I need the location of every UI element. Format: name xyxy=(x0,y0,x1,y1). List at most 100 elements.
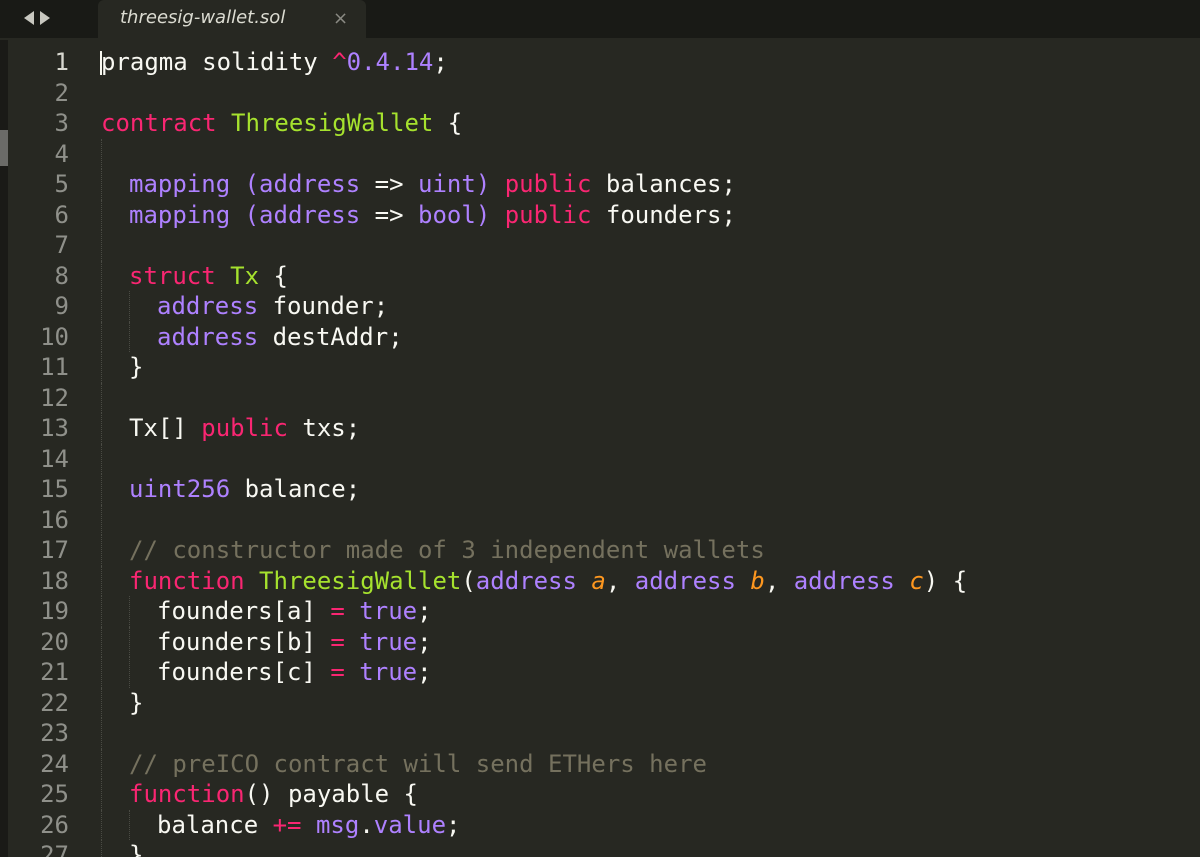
code-line[interactable]: // preICO contract will send ETHers here xyxy=(101,748,1200,780)
code-line[interactable]: // constructor made of 3 independent wal… xyxy=(101,535,1200,566)
indent-guide xyxy=(101,352,129,383)
line-number[interactable]: 10 xyxy=(8,322,72,353)
code-line[interactable]: address founder; xyxy=(101,291,1200,322)
scroll-indicator[interactable] xyxy=(0,130,8,166)
line-number[interactable]: 9 xyxy=(8,291,72,322)
indent-guide xyxy=(101,840,129,857)
tab-bar: threesig-wallet.sol × xyxy=(0,0,1200,40)
line-number[interactable]: 13 xyxy=(8,413,72,444)
code-token: ) xyxy=(475,200,491,229)
code-token: } xyxy=(129,841,144,857)
line-number[interactable]: 26 xyxy=(8,810,72,841)
code-token: = xyxy=(330,658,345,686)
code-line[interactable]: contract ThreesigWallet { xyxy=(101,108,1200,139)
code-token: // preICO contract will send ETHers here xyxy=(129,749,707,778)
code-token: () payable { xyxy=(244,780,418,808)
code-line[interactable]: mapping (address => bool) public founder… xyxy=(101,199,1200,231)
line-number[interactable]: 23 xyxy=(8,718,72,749)
triangle-right-icon[interactable] xyxy=(38,9,52,27)
code-token: address xyxy=(793,566,895,595)
code-token: b xyxy=(750,566,765,595)
code-token: true xyxy=(359,627,418,656)
code-token: => xyxy=(374,200,404,229)
code-line[interactable] xyxy=(101,504,1200,536)
indent-guide xyxy=(101,596,129,627)
code-line[interactable]: uint256 balance; xyxy=(101,474,1200,505)
line-number[interactable]: 16 xyxy=(8,505,72,536)
indent-guide xyxy=(101,291,129,322)
line-number[interactable]: 5 xyxy=(8,169,72,200)
code-token: destAddr; xyxy=(258,322,403,351)
code-token: ( xyxy=(461,566,476,595)
line-number[interactable]: 6 xyxy=(8,200,72,231)
code-line[interactable] xyxy=(101,443,1200,475)
line-number[interactable]: 19 xyxy=(8,596,72,627)
code-token: (address xyxy=(244,200,361,229)
code-token: = xyxy=(330,597,345,625)
code-token: => xyxy=(374,170,404,198)
line-number[interactable]: 18 xyxy=(8,566,72,597)
line-number[interactable]: 20 xyxy=(8,627,72,658)
code-line[interactable] xyxy=(101,138,1200,170)
code-line[interactable]: founders[a] = true; xyxy=(101,596,1200,627)
indent-guide xyxy=(129,291,157,322)
code-line[interactable]: balance += msg.value; xyxy=(101,809,1200,841)
line-number[interactable]: 2 xyxy=(8,78,72,109)
code-line[interactable] xyxy=(101,718,1200,749)
line-number[interactable]: 11 xyxy=(8,352,72,383)
code-line[interactable]: } xyxy=(101,840,1200,857)
indent-guide xyxy=(101,169,129,200)
line-number[interactable]: 27 xyxy=(8,840,72,857)
code-line[interactable]: function() payable { xyxy=(101,779,1200,810)
code-token: function xyxy=(129,780,245,808)
line-number[interactable]: 1 xyxy=(8,47,72,78)
code-line[interactable]: } xyxy=(101,687,1200,719)
code-token: Tx[] xyxy=(129,414,202,442)
code-line[interactable]: function ThreesigWallet(address a, addre… xyxy=(101,565,1200,597)
indent-guide xyxy=(101,687,129,719)
tab-active-file[interactable]: threesig-wallet.sol × xyxy=(98,0,366,38)
code-line[interactable]: struct Tx { xyxy=(101,260,1200,292)
line-number[interactable]: 15 xyxy=(8,474,72,505)
indent-guide xyxy=(101,535,129,566)
code-line[interactable]: pragma solidity ^0.4.14; xyxy=(100,47,1200,78)
code-line[interactable] xyxy=(101,230,1200,261)
code-line[interactable]: founders[c] = true; xyxy=(101,657,1200,688)
indent-guide xyxy=(101,748,129,780)
line-number[interactable]: 21 xyxy=(8,657,72,688)
line-number[interactable]: 14 xyxy=(8,444,72,475)
code-line[interactable]: } xyxy=(101,352,1200,383)
line-number[interactable]: 17 xyxy=(8,535,72,566)
code-line[interactable]: mapping (address => uint) public balance… xyxy=(101,169,1200,200)
line-number[interactable]: 3 xyxy=(8,108,72,139)
close-icon[interactable]: × xyxy=(333,8,348,29)
code-token: , xyxy=(764,566,794,595)
line-number[interactable]: 24 xyxy=(8,749,72,780)
code-token: uint256 xyxy=(129,475,231,503)
triangle-left-icon[interactable] xyxy=(22,9,36,27)
line-number[interactable]: 12 xyxy=(8,383,72,414)
code-token: 0.4.14 xyxy=(346,48,434,76)
line-number[interactable]: 7 xyxy=(8,230,72,261)
code-line[interactable]: founders[b] = true; xyxy=(101,626,1200,658)
line-number[interactable]: 22 xyxy=(8,688,72,719)
line-number[interactable]: 25 xyxy=(8,779,72,810)
code-line[interactable]: Tx[] public txs; xyxy=(101,413,1200,444)
code-token: += xyxy=(272,810,302,839)
code-editor[interactable]: pragma solidity ^0.4.14; contract Threesi… xyxy=(100,47,1200,857)
code-token: ; xyxy=(417,597,432,625)
line-number[interactable]: 8 xyxy=(8,261,72,292)
code-token: contract xyxy=(101,109,217,137)
code-token: founders[c] xyxy=(157,658,331,686)
code-line[interactable]: address destAddr; xyxy=(101,321,1200,353)
code-line[interactable] xyxy=(101,382,1200,414)
code-line[interactable] xyxy=(101,78,1200,109)
indent-guide xyxy=(101,474,129,505)
line-number[interactable]: 4 xyxy=(8,139,72,170)
tab-filename: threesig-wallet.sol xyxy=(120,7,286,28)
